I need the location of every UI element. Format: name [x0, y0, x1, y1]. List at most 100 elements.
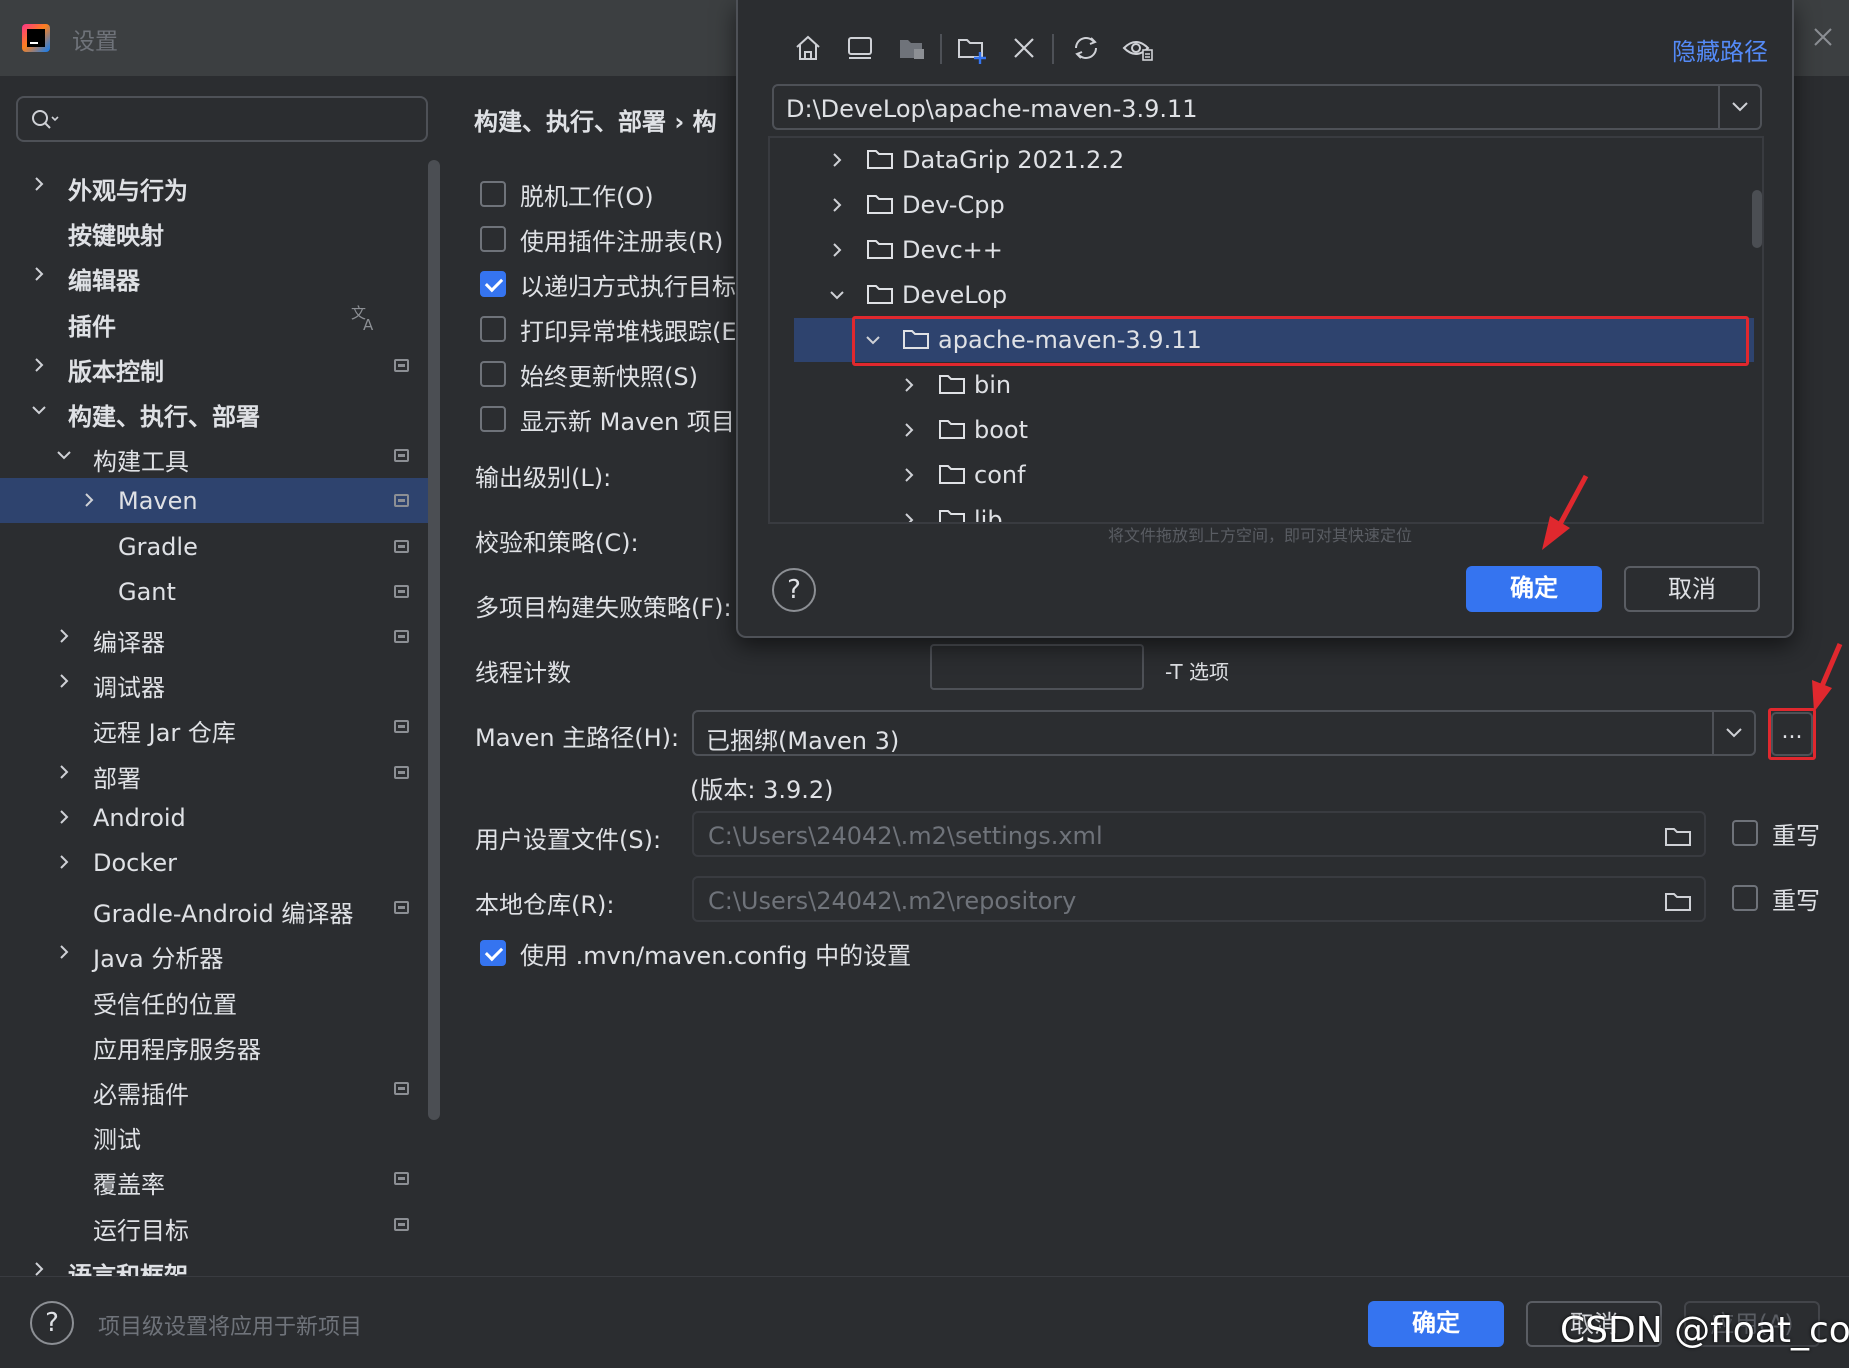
sidebar-item[interactable]: 必需插件 — [0, 1066, 440, 1111]
sidebar-item[interactable]: 调试器 — [0, 659, 440, 704]
sidebar-item[interactable]: 编辑器 — [0, 252, 440, 297]
file-tree-row[interactable]: Dev-Cpp — [770, 183, 1762, 227]
desktop-icon[interactable] — [840, 28, 880, 68]
sidebar-item[interactable]: 远程 Jar 仓库 — [0, 704, 440, 749]
chevron-right-icon[interactable] — [55, 672, 73, 690]
sidebar-item[interactable]: Maven — [0, 478, 440, 523]
local-repo-override[interactable]: 重写 — [1732, 881, 1820, 915]
local-repo-field[interactable]: C:\Users\24042\.m2\repository — [692, 876, 1706, 922]
project-level-marker-icon — [394, 1218, 409, 1231]
chevron-right-icon[interactable] — [30, 356, 48, 374]
sidebar-item-label: Gradle — [118, 533, 198, 561]
sidebar-item[interactable]: 测试 — [0, 1111, 440, 1156]
chevron-right-icon[interactable] — [828, 151, 846, 169]
t-option-label: -T 选项 — [1165, 660, 1229, 684]
user-settings-field[interactable]: C:\Users\24042\.m2\settings.xml — [692, 811, 1706, 857]
option-checkbox-row[interactable]: 打印异常堆栈跟踪(E) — [480, 312, 746, 346]
option-checkbox[interactable] — [480, 316, 506, 342]
sidebar-item[interactable]: 部署 — [0, 750, 440, 795]
help-button[interactable]: ? — [30, 1301, 74, 1345]
folder-icon[interactable] — [1664, 890, 1692, 912]
file-tree-row[interactable]: DataGrip 2021.2.2 — [770, 138, 1762, 182]
chevron-right-icon[interactable] — [900, 466, 918, 484]
chevron-right-icon[interactable] — [900, 376, 918, 394]
option-checkbox[interactable] — [480, 361, 506, 387]
project-level-marker-icon — [394, 766, 409, 779]
dialog-cancel-button[interactable]: 取消 — [1624, 566, 1760, 612]
user-settings-override[interactable]: 重写 — [1732, 816, 1820, 850]
chevron-right-icon[interactable] — [828, 241, 846, 259]
use-mvn-config-option[interactable]: 使用 .mvn/maven.config 中的设置 — [480, 936, 911, 970]
refresh-icon[interactable] — [1066, 28, 1106, 68]
sidebar-item[interactable]: 按键映射 — [0, 207, 440, 252]
sidebar-item[interactable]: Gant — [0, 569, 440, 614]
chevron-right-icon[interactable] — [55, 627, 73, 645]
chevron-right-icon[interactable] — [80, 491, 98, 509]
use-mvn-config-checkbox[interactable] — [480, 940, 506, 966]
hide-path-link[interactable]: 隐藏路径 — [1672, 32, 1768, 67]
chevron-right-icon[interactable] — [900, 421, 918, 439]
option-label: 始终更新快照(S) — [520, 362, 698, 391]
option-checkbox-row[interactable]: 使用插件注册表(R) — [480, 222, 723, 256]
sidebar-item[interactable]: 覆盖率 — [0, 1156, 440, 1201]
chevron-right-icon[interactable] — [55, 763, 73, 781]
file-tree-row[interactable]: lib — [770, 498, 1762, 524]
new-folder-icon[interactable] — [952, 28, 992, 68]
chevron-down-icon[interactable] — [30, 401, 48, 419]
sidebar-item[interactable]: Gradle-Android 编译器 — [0, 885, 440, 930]
sidebar-item[interactable]: 运行目标 — [0, 1202, 440, 1247]
file-tree-row[interactable]: boot — [770, 408, 1762, 452]
thread-count-input[interactable] — [930, 644, 1144, 690]
chevron-right-icon[interactable] — [55, 853, 73, 871]
delete-icon[interactable] — [1004, 28, 1044, 68]
ok-button[interactable]: 确定 — [1368, 1301, 1504, 1347]
dialog-help-button[interactable]: ? — [772, 568, 816, 612]
option-checkbox[interactable] — [480, 181, 506, 207]
multiproject-fail-policy-label: 多项目构建失败策略(F): — [475, 594, 732, 622]
chevron-right-icon[interactable] — [900, 511, 918, 524]
local-repo-override-checkbox[interactable] — [1732, 885, 1758, 911]
sidebar-item[interactable]: 编译器 — [0, 614, 440, 659]
sidebar-item[interactable]: 应用程序服务器 — [0, 1021, 440, 1066]
chevron-right-icon[interactable] — [828, 196, 846, 214]
chevron-right-icon[interactable] — [30, 175, 48, 193]
option-checkbox-row[interactable]: 始终更新快照(S) — [480, 357, 698, 391]
chevron-down-icon[interactable] — [55, 446, 73, 464]
sidebar-scrollbar[interactable] — [428, 160, 440, 1120]
project-icon[interactable] — [892, 28, 932, 68]
sidebar-item[interactable]: 版本控制 — [0, 343, 440, 388]
chevron-down-icon[interactable] — [828, 286, 846, 304]
maven-home-dropdown-button[interactable] — [1712, 712, 1754, 754]
home-icon[interactable] — [788, 28, 828, 68]
user-settings-override-checkbox[interactable] — [1732, 820, 1758, 846]
chevron-right-icon[interactable] — [55, 943, 73, 961]
maven-home-select[interactable]: 已捆绑(Maven 3) — [692, 710, 1756, 756]
option-checkbox-row[interactable]: 脱机工作(O) — [480, 177, 654, 211]
file-tree-row[interactable]: bin — [770, 363, 1762, 407]
sidebar-item[interactable]: 受信任的位置 — [0, 976, 440, 1021]
option-checkbox[interactable] — [480, 226, 506, 252]
chevron-right-icon[interactable] — [30, 265, 48, 283]
close-window-icon[interactable] — [1808, 22, 1838, 52]
settings-search-input[interactable] — [16, 96, 428, 142]
path-input[interactable]: D:\DeveLop\apache-maven-3.9.11 — [772, 84, 1762, 130]
path-history-dropdown[interactable] — [1718, 86, 1760, 128]
sidebar-item[interactable]: Java 分析器 — [0, 930, 440, 975]
sidebar-item[interactable]: Android — [0, 795, 440, 840]
file-tree-row[interactable]: DeveLop — [770, 273, 1762, 317]
sidebar-item[interactable]: 构建、执行、部署 — [0, 388, 440, 433]
dialog-ok-button[interactable]: 确定 — [1466, 566, 1602, 612]
file-tree-row[interactable]: conf — [770, 453, 1762, 497]
folder-icon[interactable] — [1664, 825, 1692, 847]
sidebar-item[interactable]: 外观与行为 — [0, 162, 440, 207]
sidebar-item[interactable]: Docker — [0, 840, 440, 885]
file-tree-row[interactable]: Devc++ — [770, 228, 1762, 272]
option-checkbox-row[interactable]: 以递归方式执行目标 — [480, 267, 736, 301]
option-checkbox[interactable] — [480, 406, 506, 432]
option-checkbox-row[interactable]: 显示新 Maven 项目的 — [480, 402, 759, 436]
option-checkbox[interactable] — [480, 271, 506, 297]
show-hidden-icon[interactable] — [1118, 28, 1158, 68]
sidebar-item[interactable]: Gradle — [0, 524, 440, 569]
chevron-right-icon[interactable] — [55, 808, 73, 826]
sidebar-item[interactable]: 构建工具 — [0, 433, 440, 478]
